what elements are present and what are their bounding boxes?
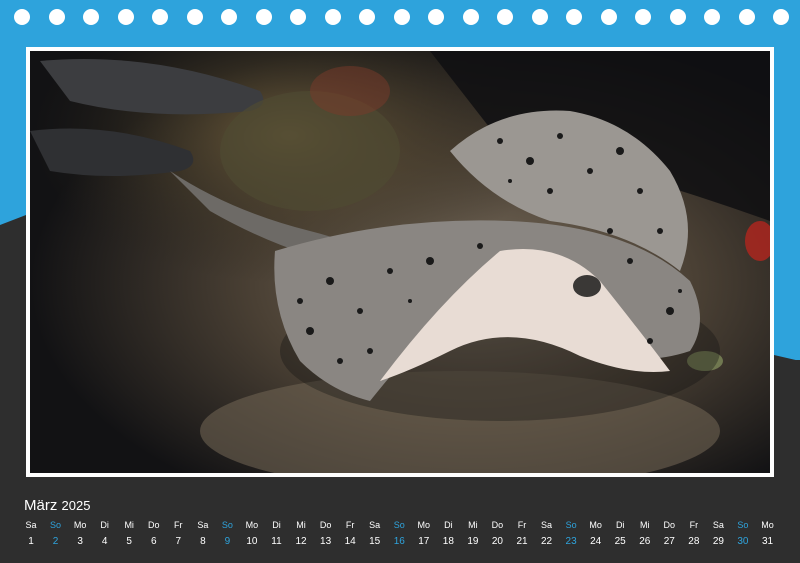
binding-hole: [738, 9, 755, 25]
month-title: März 2025: [24, 497, 90, 514]
binding-hole: [324, 9, 341, 25]
photo-frame: [26, 47, 774, 477]
binding-hole: [566, 9, 582, 25]
binding-hole: [186, 9, 203, 25]
binding-hole: [117, 9, 134, 25]
binding-hole: [14, 9, 30, 25]
binding-hole: [635, 9, 651, 25]
binding-hole: [600, 9, 617, 25]
binding-hole: [48, 9, 65, 25]
weekday-label: Mo: [761, 520, 774, 530]
binding-hole: [773, 9, 789, 25]
binding-hole: [669, 9, 686, 25]
binding-hole: [704, 9, 720, 25]
day-row: 1 2 3 4 5 6 7 8 9 10 11 12 13 14 15 16 17 18 19 20 21 22 23 24 2…: [0, 536, 800, 550]
binding-hole: [359, 9, 375, 25]
binding-hole: [83, 9, 99, 25]
month-name: März: [24, 497, 58, 514]
binding-hole: [152, 9, 168, 25]
binding-hole: [290, 9, 306, 25]
day-number: 31: [761, 536, 774, 547]
stingray-photo-icon: [30, 51, 770, 473]
binding-hole: [428, 9, 444, 25]
binding-hole: [221, 9, 237, 25]
binding-hole: [497, 9, 513, 25]
binding-hole: [462, 9, 479, 25]
binding-holes: [0, 9, 800, 29]
binding-hole: [531, 9, 548, 25]
binding-hole: [393, 9, 410, 25]
weekday-row: Sa So Mo Di Mi Do Fr Sa So Mo Di Mi Do Fr Sa So Mo Di Mi Do…: [0, 520, 800, 534]
year: 2025: [61, 498, 91, 513]
binding-hole: [255, 9, 272, 25]
